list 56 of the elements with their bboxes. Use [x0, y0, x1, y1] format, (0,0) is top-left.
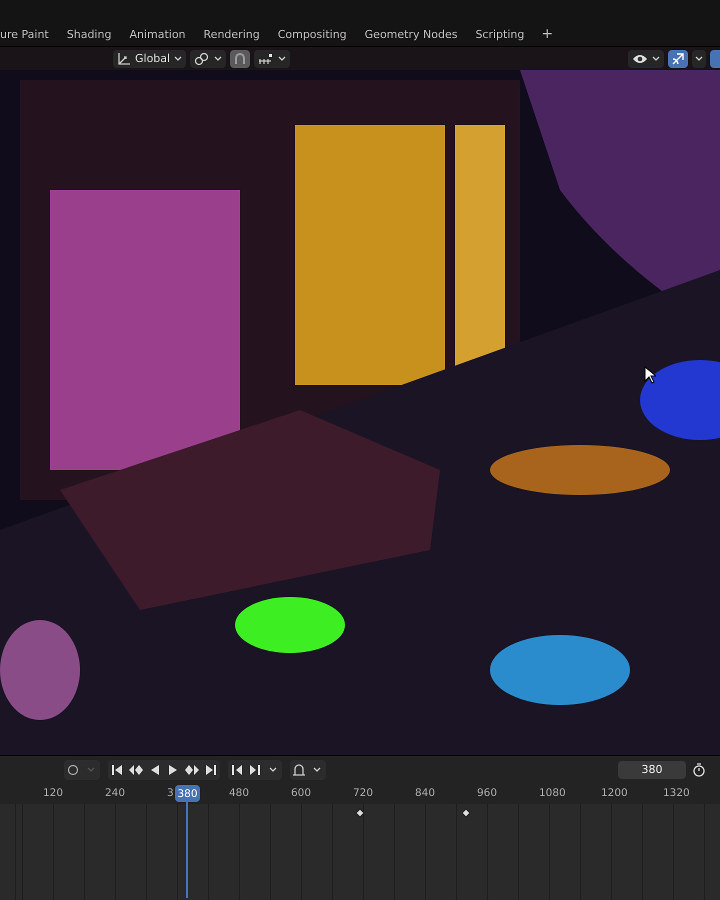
stopwatch-icon — [692, 762, 706, 776]
mouse-cursor-icon — [644, 366, 656, 384]
current-frame-field[interactable]: 380 — [618, 760, 686, 778]
frame-number: 1080 — [539, 787, 566, 799]
visibility-dropdown[interactable] — [628, 50, 664, 68]
frame-number: 960 — [477, 787, 498, 799]
snap-toggle[interactable] — [230, 50, 250, 68]
frame-number: 840 — [415, 787, 436, 799]
workspace-tab[interactable]: Compositing — [268, 24, 356, 44]
chevron-icon — [87, 766, 95, 772]
transform-orientation-dropdown[interactable]: Global — [113, 50, 186, 68]
workspace-tab[interactable]: Geometry Nodes — [356, 24, 466, 44]
chevron-icon — [269, 766, 277, 772]
workspace-tab[interactable]: Rendering — [194, 24, 269, 44]
keyframe-icon — [461, 808, 471, 818]
chevron-icon — [278, 56, 286, 62]
frame-number: 480 — [229, 787, 250, 799]
add-workspace-button[interactable]: + — [535, 26, 560, 42]
chevron-icon — [652, 56, 660, 62]
axes-icon — [117, 52, 131, 66]
previous-keyframe-icon — [128, 764, 144, 776]
gizmo-dropdown[interactable] — [692, 50, 706, 68]
frame-number: 120 — [43, 787, 64, 799]
chevron-icon — [214, 56, 222, 62]
workspace-tab[interactable]: Animation — [120, 24, 195, 44]
previous-frame-icon — [231, 764, 243, 776]
pivot-dropdown[interactable] — [190, 50, 226, 68]
magnet-icon — [233, 52, 248, 66]
workspace-tab[interactable]: Scripting — [466, 24, 534, 44]
frame-number: 720 — [353, 787, 374, 799]
next-frame-icon — [249, 764, 261, 776]
frame-number: 1320 — [663, 787, 690, 799]
frame-number: 600 — [291, 787, 312, 799]
chevron-icon — [174, 56, 182, 62]
keyframe-icon — [355, 808, 365, 818]
snap-target-dropdown[interactable] — [254, 50, 290, 68]
frame-number: 1200 — [601, 787, 628, 799]
workspace-tab[interactable]: Shading — [58, 24, 120, 44]
chevron-icon — [695, 56, 703, 62]
frame-number: 240 — [105, 787, 126, 799]
record-icon — [67, 764, 79, 776]
frame-number: 3 — [167, 787, 174, 799]
play-icon — [167, 764, 179, 776]
workspace-tab[interactable]: ure Paint — [0, 24, 58, 44]
playhead[interactable]: 380 — [175, 785, 200, 802]
magnet-icon — [292, 762, 306, 776]
gizmo-toggle[interactable] — [668, 50, 688, 68]
play-reverse-icon — [149, 764, 161, 776]
link-icon — [194, 52, 210, 66]
overlay-toggle[interactable] — [710, 50, 720, 68]
snap-increment-icon — [258, 52, 274, 64]
next-keyframe-icon — [184, 764, 200, 776]
gizmo-icon — [671, 52, 685, 66]
jump-start-icon — [111, 764, 123, 776]
chevron-icon — [313, 766, 321, 772]
jump-end-icon — [205, 764, 217, 776]
